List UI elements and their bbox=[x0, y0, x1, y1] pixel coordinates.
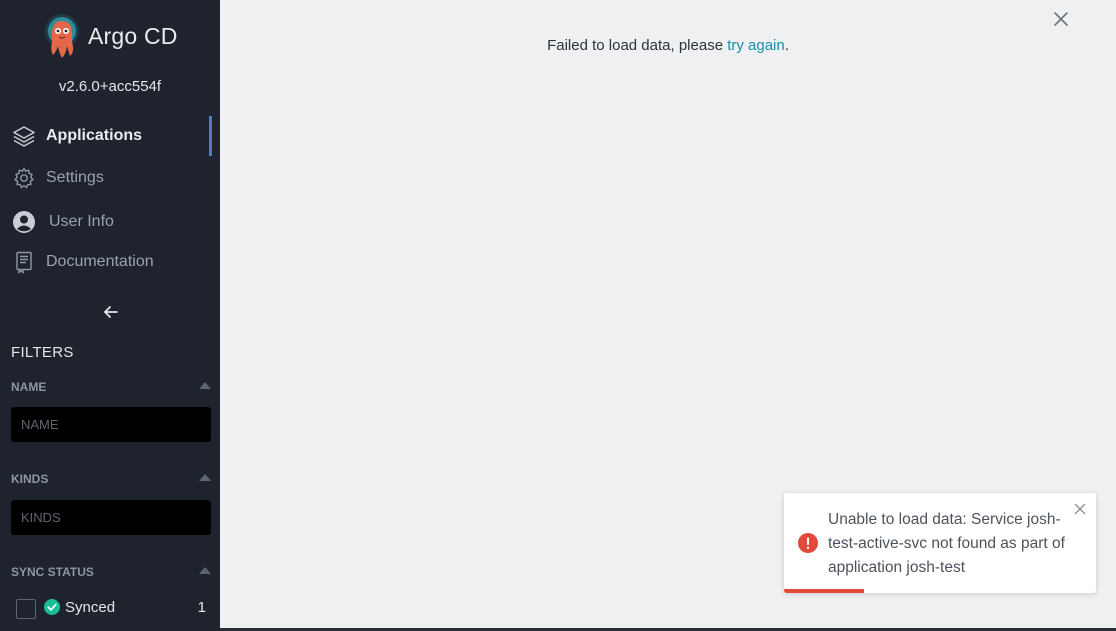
app-version: v2.6.0+acc554f bbox=[58, 78, 162, 95]
nav-item-user-info[interactable]: User Info bbox=[0, 202, 212, 242]
message-text: Failed to load data, please bbox=[547, 37, 728, 54]
collapse-sidebar-arrow-icon[interactable] bbox=[100, 301, 122, 323]
load-error-message: Failed to load data, please try again. bbox=[220, 37, 1116, 54]
toast-message: Unable to load data: Service josh-test-a… bbox=[828, 511, 1065, 576]
nav-label-settings: Settings bbox=[46, 169, 104, 186]
book-icon bbox=[16, 251, 32, 274]
synced-checkbox[interactable] bbox=[16, 599, 36, 619]
toast-timer-fill bbox=[784, 589, 864, 593]
sidebar: Argo CD v2.6.0+acc554f Applications Sett… bbox=[0, 0, 220, 631]
filter-label-sync-status: SYNC STATUS bbox=[11, 565, 94, 579]
filters-title: FILTERS bbox=[11, 344, 74, 361]
try-again-link[interactable]: try again bbox=[727, 37, 785, 54]
nav-label-applications: Applications bbox=[46, 127, 143, 144]
filter-header-sync-status: SYNC STATUS bbox=[11, 565, 211, 579]
filter-label-name: NAME bbox=[11, 380, 47, 394]
nav-label-documentation: Documentation bbox=[46, 253, 154, 270]
nav-item-applications[interactable]: Applications bbox=[0, 116, 212, 156]
filter-header-name: NAME bbox=[11, 380, 211, 394]
close-icon[interactable] bbox=[1052, 10, 1070, 28]
filter-label-kinds: KINDS bbox=[11, 472, 49, 486]
synced-label: Synced bbox=[65, 599, 116, 616]
sync-status-option-synced[interactable]: Synced 1 bbox=[16, 597, 206, 619]
synced-count: 1 bbox=[197, 599, 206, 616]
name-filter-input[interactable] bbox=[11, 407, 211, 442]
collapse-caret-icon[interactable] bbox=[199, 474, 211, 481]
synced-check-circle-icon bbox=[44, 599, 60, 615]
kinds-filter-input[interactable] bbox=[11, 500, 211, 535]
error-toast: Unable to load data: Service josh-test-a… bbox=[784, 493, 1096, 593]
user-circle-icon bbox=[13, 211, 35, 233]
argo-octopus-logo-icon bbox=[45, 14, 79, 58]
collapse-caret-icon[interactable] bbox=[199, 382, 211, 389]
brand[interactable]: Argo CD bbox=[42, 12, 178, 60]
nav-item-settings[interactable]: Settings bbox=[0, 158, 212, 198]
nav-label-user-info: User Info bbox=[49, 213, 114, 230]
gear-icon bbox=[13, 167, 35, 189]
filter-header-kinds: KINDS bbox=[11, 472, 211, 486]
collapse-caret-icon[interactable] bbox=[199, 567, 211, 574]
nav-item-documentation[interactable]: Documentation bbox=[0, 242, 212, 282]
app-name: Argo CD bbox=[88, 22, 178, 49]
message-suffix: . bbox=[784, 37, 789, 54]
toast-timer-bar bbox=[784, 589, 1096, 593]
layers-icon bbox=[13, 126, 35, 147]
close-icon[interactable] bbox=[1074, 503, 1086, 515]
error-exclamation-icon bbox=[798, 533, 818, 553]
